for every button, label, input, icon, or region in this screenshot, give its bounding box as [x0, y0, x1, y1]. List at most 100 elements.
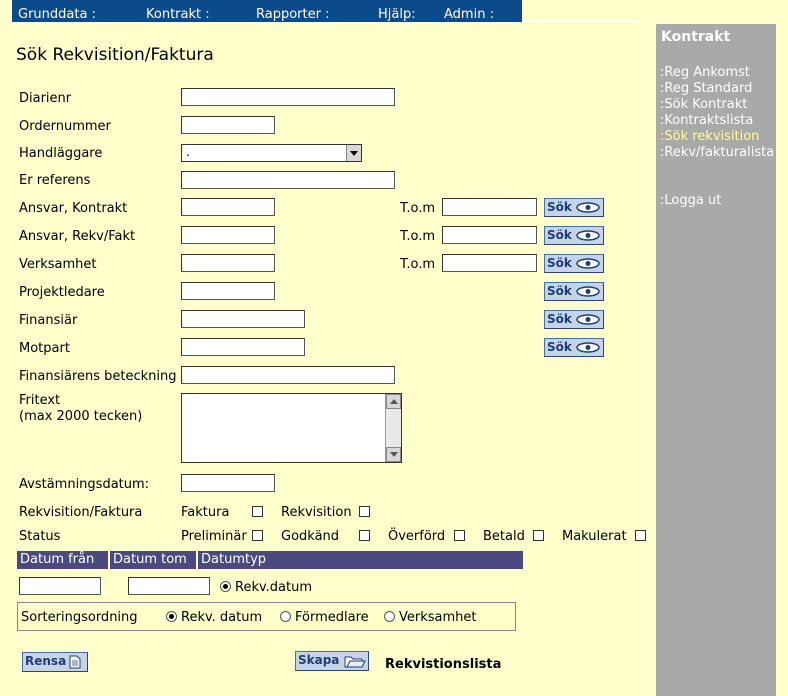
label-finansiarens-beteckning: Finansiärens beteckning — [19, 369, 177, 384]
status-makulerat-checkbox[interactable] — [635, 530, 646, 541]
menu-divider — [522, 20, 640, 22]
avstamningsdatum-input[interactable] — [181, 474, 275, 492]
label-status-godkand: Godkänd — [281, 529, 340, 544]
label-tom-ansvar-kontrakt: T.o.m — [400, 201, 436, 216]
label-motpart: Motpart — [19, 341, 70, 356]
menu-grunddata[interactable]: Grunddata : — [18, 7, 96, 22]
skapa-button-label: Skapa — [298, 653, 340, 667]
label-rekvisition: Rekvisition — [281, 505, 352, 520]
date-to-header: Datum tom — [108, 551, 196, 569]
sok-button-label: Sök — [547, 312, 572, 326]
eye-icon — [576, 286, 600, 297]
scroll-down-icon[interactable] — [386, 447, 401, 462]
label-ansvar-kontrakt: Ansvar, Kontrakt — [19, 201, 128, 216]
sidebar-link-logga-ut[interactable]: :Logga ut — [660, 193, 721, 208]
motpart-input[interactable] — [181, 338, 305, 356]
label-avstamningsdatum: Avstämningsdatum: — [19, 477, 150, 492]
sidebar-title: Kontrakt — [661, 29, 731, 45]
diarienr-input[interactable] — [181, 88, 395, 106]
label-diarienr: Diarienr — [19, 91, 72, 106]
status-preliminar-checkbox[interactable] — [252, 530, 263, 541]
page-title: Sök Rekvisition/Faktura — [16, 45, 214, 65]
label-handlaggare: Handläggare — [19, 146, 103, 161]
menu-kontrakt[interactable]: Kontrakt : — [146, 7, 210, 22]
rensa-button-label: Rensa — [25, 654, 67, 668]
rekvisition-checkbox[interactable] — [359, 506, 370, 517]
sok-finansiar-button[interactable]: Sök — [544, 310, 604, 329]
sok-verksamhet-button[interactable]: Sök — [544, 254, 604, 273]
menu-admin[interactable]: Admin : — [444, 7, 494, 22]
finansiarens-beteckning-input[interactable] — [181, 366, 395, 384]
label-status: Status — [19, 529, 61, 544]
ansvar-rekv-from-input[interactable] — [181, 226, 275, 244]
sok-motpart-button[interactable]: Sök — [544, 338, 604, 357]
eye-icon — [576, 202, 600, 213]
sidebar-link-reg-ankomst[interactable]: :Reg Ankomst — [660, 65, 750, 80]
label-sort-rekv-datum: Rekv. datum — [181, 610, 263, 625]
label-tom-verksamhet: T.o.m — [400, 257, 436, 272]
sort-formedlare-radio[interactable] — [280, 611, 291, 622]
projektledare-input[interactable] — [181, 282, 275, 300]
sidebar-link-rekv-fakturalista[interactable]: :Rekv/fakturalista — [660, 145, 774, 160]
sidebar-link-sok-rekvisition[interactable]: :Sök rekvisition — [660, 129, 759, 144]
rensa-button[interactable]: Rensa — [22, 652, 88, 672]
label-ordernummer: Ordernummer — [19, 119, 111, 134]
er-referens-input[interactable] — [181, 171, 395, 189]
sok-ansvar-kontrakt-button[interactable]: Sök — [544, 198, 604, 217]
sidebar-link-sok-kontrakt[interactable]: :Sök Kontrakt — [660, 97, 747, 112]
label-status-overford: Överförd — [388, 529, 446, 544]
faktura-checkbox[interactable] — [252, 506, 263, 517]
sidebar-link-reg-standard[interactable]: :Reg Standard — [660, 81, 752, 96]
label-sort-formedlare: Förmedlare — [295, 610, 369, 625]
date-from-input[interactable] — [19, 577, 101, 595]
ordernummer-input[interactable] — [181, 116, 275, 134]
sidebar-link-kontraktslista[interactable]: :Kontraktslista — [660, 113, 753, 128]
status-overford-checkbox[interactable] — [454, 530, 465, 541]
fritext-textarea[interactable] — [181, 393, 402, 463]
eye-icon — [576, 230, 600, 241]
sok-ansvar-rekv-button[interactable]: Sök — [544, 226, 604, 245]
label-ansvar-rekv: Ansvar, Rekv/Fakt — [19, 229, 136, 244]
menu-rapporter[interactable]: Rapporter : — [256, 7, 329, 22]
label-sortering: Sorteringsordning — [21, 610, 138, 625]
sok-button-label: Sök — [547, 340, 572, 354]
ansvar-kontrakt-to-input[interactable] — [442, 198, 537, 216]
label-finansiar: Finansiär — [19, 313, 78, 328]
scroll-up-icon[interactable] — [386, 394, 401, 409]
label-rekv-faktura: Rekvisition/Faktura — [19, 505, 143, 520]
ansvar-rekv-to-input[interactable] — [442, 226, 537, 244]
label-status-makulerat: Makulerat — [562, 529, 627, 544]
label-fritext: Fritext — [19, 393, 61, 408]
top-menu-bar: Grunddata : Kontrakt : Rapporter : Hjälp… — [12, 0, 522, 24]
finansiar-input[interactable] — [181, 310, 305, 328]
skapa-button[interactable]: Skapa — [295, 651, 369, 671]
label-date-type-rekv: Rekv.datum — [235, 580, 313, 595]
chevron-down-icon[interactable] — [346, 145, 361, 161]
status-godkand-checkbox[interactable] — [359, 530, 370, 541]
label-fritext-hint: (max 2000 tecken) — [19, 409, 143, 424]
fritext-scrollbar[interactable] — [385, 394, 401, 462]
sort-rekv-datum-radio[interactable] — [166, 611, 177, 622]
open-folder-icon — [344, 656, 366, 668]
ansvar-kontrakt-from-input[interactable] — [181, 198, 275, 216]
label-status-preliminar: Preliminär — [181, 529, 247, 544]
status-betald-checkbox[interactable] — [533, 530, 544, 541]
label-projektledare: Projektledare — [19, 285, 105, 300]
sort-verksamhet-radio[interactable] — [384, 611, 395, 622]
label-er-referens: Er referens — [19, 173, 91, 188]
date-to-input[interactable] — [128, 577, 210, 595]
verksamhet-from-input[interactable] — [181, 254, 275, 272]
rekvistionslista-link[interactable]: Rekvistionslista — [385, 657, 501, 672]
label-status-betald: Betald — [483, 529, 525, 544]
sok-projektledare-button[interactable]: Sök — [544, 282, 604, 301]
label-tom-ansvar-rekv: T.o.m — [400, 229, 436, 244]
verksamhet-to-input[interactable] — [442, 254, 537, 272]
document-icon — [69, 655, 81, 669]
eye-icon — [576, 258, 600, 269]
date-type-rekv-radio[interactable] — [220, 581, 231, 592]
label-verksamhet: Verksamhet — [19, 257, 97, 272]
label-sort-verksamhet: Verksamhet — [399, 610, 477, 625]
handlaggare-select[interactable]: . — [181, 144, 362, 162]
menu-hjalp[interactable]: Hjälp: — [378, 7, 416, 22]
sok-button-label: Sök — [547, 256, 572, 270]
